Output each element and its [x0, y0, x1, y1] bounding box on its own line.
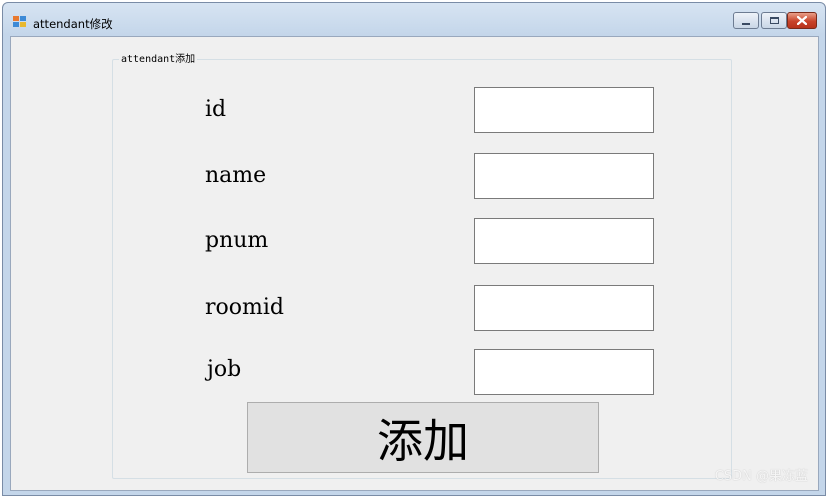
id-input[interactable]	[474, 87, 654, 133]
pnum-input[interactable]	[474, 218, 654, 264]
close-icon	[797, 16, 807, 25]
maximize-icon	[769, 17, 779, 24]
job-input[interactable]	[474, 349, 654, 395]
app-window: attendant修改 attendant添加 id name pnum roo…	[2, 2, 826, 496]
form-client-area: attendant添加 id name pnum roomid job 添加 C…	[10, 36, 819, 491]
pnum-label: pnum	[205, 228, 269, 253]
groupbox-legend: attendant添加	[119, 50, 198, 65]
maximize-button[interactable]	[761, 12, 787, 29]
minimize-button[interactable]	[733, 12, 759, 29]
close-button[interactable]	[787, 12, 817, 29]
name-label: name	[205, 163, 267, 188]
name-input[interactable]	[474, 153, 654, 199]
id-label: id	[205, 97, 227, 122]
add-button[interactable]: 添加	[247, 402, 599, 473]
window-title: attendant修改	[33, 17, 113, 31]
title-bar[interactable]: attendant修改	[3, 3, 825, 35]
roomid-input[interactable]	[474, 285, 654, 331]
watermark: CSDN @果冻蓝	[714, 469, 808, 484]
job-label: job	[207, 357, 242, 382]
minimize-icon	[742, 22, 750, 25]
roomid-label: roomid	[205, 295, 284, 320]
windows-form-icon[interactable]	[13, 16, 27, 28]
